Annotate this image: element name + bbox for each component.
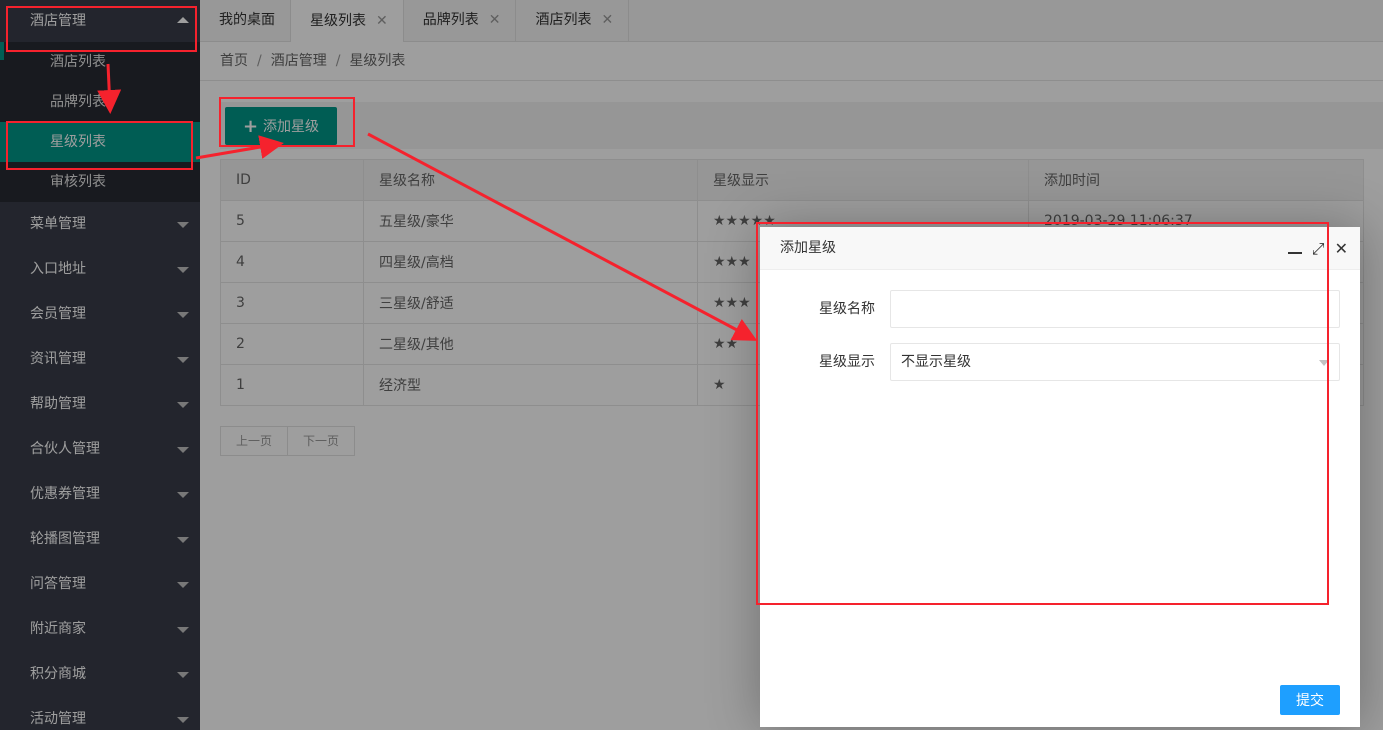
submit-button[interactable]: 提交 [1280,685,1340,715]
annotation-box-hotel-menu [6,6,197,52]
close-icon[interactable]: ✕ [1335,227,1348,270]
annotation-box-star-list [6,121,193,170]
annotation-box-dialog [756,222,1329,605]
annotation-box-add-button [219,97,355,147]
